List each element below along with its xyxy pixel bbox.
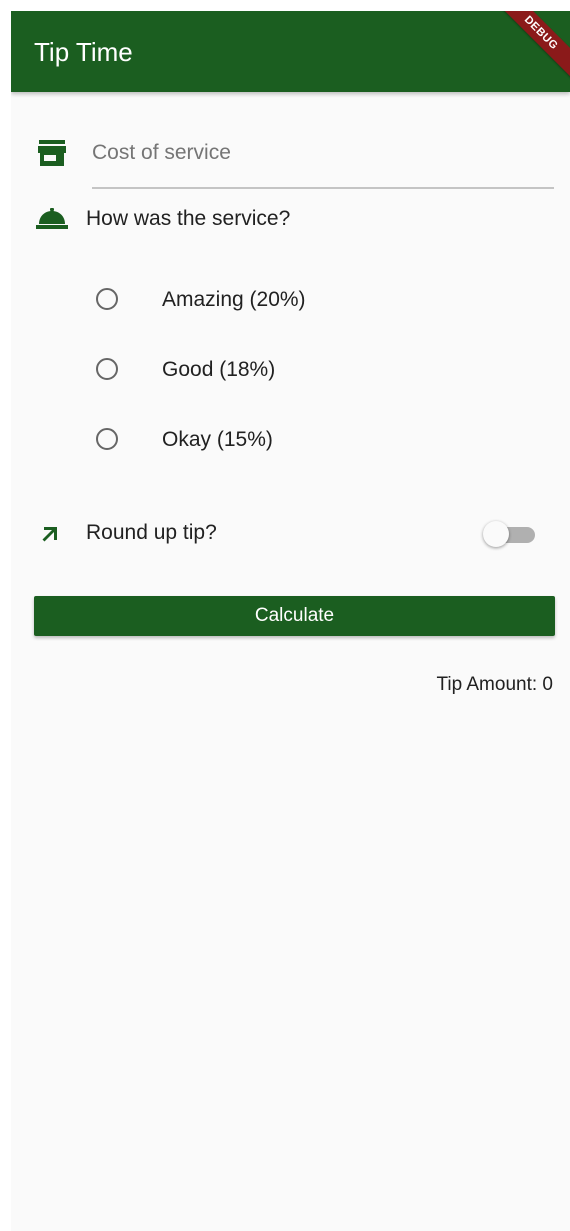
store-icon [37,139,67,167]
radio-button-good[interactable] [96,358,118,380]
app-title: Tip Time [34,37,133,67]
tip-amount-text: Tip Amount: 0 [436,674,553,695]
radio-option-good[interactable]: Good (18%) [94,351,394,391]
radio-option-okay[interactable]: Okay (15%) [94,421,394,461]
cost-field-underline [92,187,554,189]
app-screen: Tip Time DEBUG Cost of service How was t… [11,11,570,1231]
debug-banner: DEBUG [487,11,570,87]
calculate-button[interactable]: Calculate [34,596,555,636]
round-up-switch[interactable] [483,521,537,547]
room-service-icon [35,207,69,231]
radio-label-okay: Okay (15%) [162,428,273,451]
service-question-label: How was the service? [86,207,291,230]
radio-button-okay[interactable] [96,428,118,450]
round-up-label: Round up tip? [86,521,217,544]
radio-label-good: Good (18%) [162,358,276,381]
north-east-arrow-icon [38,522,62,546]
cost-of-service-input[interactable]: Cost of service [92,140,231,166]
radio-option-amazing[interactable]: Amazing (20%) [94,281,394,321]
app-bar: Tip Time DEBUG [11,11,570,92]
radio-button-amazing[interactable] [96,288,118,310]
switch-thumb [483,521,509,547]
radio-label-amazing: Amazing (20%) [162,288,306,311]
